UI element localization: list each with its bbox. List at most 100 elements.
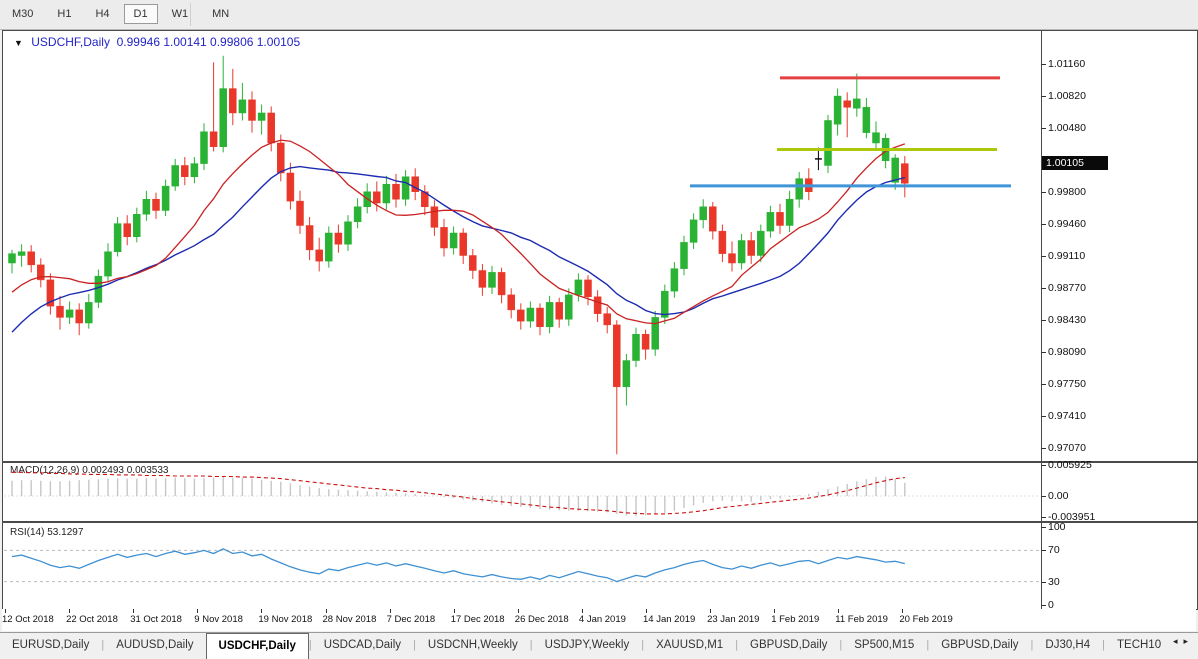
rsi-axis-label: 100 (1048, 521, 1066, 533)
chart-title: ▼ USDCHF,Daily 0.99946 1.00141 0.99806 1… (14, 35, 300, 49)
date-axis-label: 11 Feb 2019 (835, 614, 888, 625)
chart-tab-gbpusd-daily[interactable]: GBPUSD,Daily (929, 633, 1030, 658)
chart-tab-xauusd-m1[interactable]: XAUUSD,M1 (644, 633, 735, 658)
price-axis-tick (1041, 223, 1046, 225)
date-axis-label: 4 Jan 2019 (578, 614, 626, 625)
price-axis-label: 0.99110 (1048, 250, 1086, 263)
chart-tab-audusd-daily[interactable]: AUDUSD,Daily (104, 633, 205, 658)
price-axis-label: 1.00480 (1048, 121, 1086, 134)
current-price-box: 1.00105 (1042, 156, 1108, 171)
price-chart-panel[interactable] (2, 30, 1198, 462)
price-axis-tick (1041, 415, 1046, 417)
price-axis-label: 0.98770 (1048, 282, 1086, 295)
chart-tabs: EURUSD,Daily | AUDUSD,Daily USDCHF,Daily | US… (0, 633, 1173, 659)
date-axis-label: 23 Jan 2019 (707, 614, 760, 625)
rsi-panel[interactable] (2, 522, 1198, 610)
price-axis-tick (1041, 447, 1046, 449)
symbol-dropdown-icon[interactable]: ▼ (14, 38, 23, 48)
date-axis-label: 14 Jan 2019 (643, 614, 696, 625)
macd-axis-tick (1041, 516, 1046, 518)
date-axis-label: 1 Feb 2019 (771, 614, 820, 625)
rsi-axis-label: 0 (1048, 599, 1054, 611)
price-axis-tick (1041, 127, 1046, 129)
chart-tab-usdcad-daily[interactable]: USDCAD,Daily (312, 633, 413, 658)
date-axis-tick (517, 609, 519, 613)
chart-tab-usdchf-daily[interactable]: USDCHF,Daily (205, 633, 309, 659)
ohlc-values: 0.99946 1.00141 0.99806 1.00105 (116, 35, 301, 49)
date-axis-label: 19 Nov 2018 (258, 614, 313, 625)
macd-axis-tick (1041, 496, 1046, 497)
chart-tab-gbpusd-daily[interactable]: GBPUSD,Daily (738, 633, 839, 658)
macd-axis-label: 0.005925 (1048, 458, 1092, 471)
date-axis-label: 20 Feb 2019 (899, 614, 953, 625)
date-axis-tick (5, 609, 6, 613)
timeframe-buttons: M30 H1 H4 D1 W1 MN (0, 4, 241, 24)
date-axis-tick (710, 609, 712, 613)
chart-tab-usdjpy-weekly[interactable]: USDJPY,Weekly (533, 633, 642, 658)
date-axis-label: 17 Dec 2018 (450, 614, 505, 625)
price-axis-tick (1041, 96, 1046, 98)
price-axis-label: 0.97410 (1048, 409, 1086, 422)
price-axis-tick (1041, 256, 1046, 258)
date-axis-tick (261, 609, 263, 613)
price-axis-label: 0.97750 (1048, 377, 1086, 390)
price-axis-tick (1041, 320, 1046, 322)
date-axis-label: 9 Nov 2018 (194, 614, 243, 625)
price-axis-label: 1.01160 (1048, 58, 1086, 71)
date-axis-tick (581, 609, 583, 613)
chart-tab-bar: EURUSD,Daily | AUDUSD,Daily USDCHF,Daily | US… (0, 632, 1198, 659)
rsi-axis-label: 70 (1048, 544, 1060, 557)
chart-tab-dj30-h4[interactable]: DJ30,H4 (1033, 633, 1102, 658)
tab-scroll-left-icon[interactable]: ◂ (1173, 636, 1184, 646)
chart-tab-sp500-m15[interactable]: SP500,M15 (842, 633, 926, 658)
price-axis-label: 0.97070 (1048, 441, 1086, 454)
rsi-axis-tick (1041, 605, 1046, 606)
chart-tab-eurusd-daily[interactable]: EURUSD,Daily (0, 633, 101, 658)
chart-tab-tech10[interactable]: TECH10 (1105, 633, 1173, 658)
price-axis-tick (1041, 288, 1046, 290)
date-axis-label: 7 Dec 2018 (386, 614, 436, 625)
date-axis-tick (389, 609, 391, 613)
date-axis-tick (325, 609, 327, 613)
timeframe-button-w1[interactable]: W1 (162, 4, 199, 24)
price-axis-label: 0.99460 (1048, 217, 1086, 230)
rsi-axis-label: 30 (1048, 575, 1060, 588)
date-axis-tick (69, 609, 71, 613)
timeframe-button-h1[interactable]: H1 (47, 4, 81, 24)
timeframe-button-mn[interactable]: MN (202, 4, 239, 24)
rsi-axis-tick (1041, 581, 1046, 583)
trading-terminal: { "toolbar": { "timeframes": ["M30","H1"… (0, 0, 1198, 659)
symbol-label: USDCHF,Daily (31, 35, 110, 49)
price-axis-label: 0.98430 (1048, 314, 1086, 327)
rsi-axis-tick (1041, 527, 1046, 528)
macd-label: MACD(12,26,9) 0.002493 0.003533 (10, 465, 169, 476)
macd-panel[interactable] (2, 462, 1198, 522)
price-axis-tick (1041, 383, 1046, 385)
price-axis-label: 0.99800 (1048, 185, 1086, 198)
price-axis-tick (1041, 352, 1046, 354)
price-axis-label: 1.00820 (1048, 90, 1086, 103)
date-axis-tick (197, 609, 199, 613)
tab-scroll-right-icon[interactable]: ▸ (1183, 636, 1194, 646)
date-axis-tick (838, 609, 840, 613)
date-axis-tick (774, 609, 776, 613)
chart-tab-usdcnh-weekly[interactable]: USDCNH,Weekly (416, 633, 530, 658)
rsi-axis-tick (1041, 550, 1046, 552)
date-axis-label: 31 Oct 2018 (130, 614, 182, 625)
date-axis-tick (902, 609, 904, 613)
tab-scroll-buttons: ◂▸ (1173, 636, 1194, 647)
price-axis-tick (1041, 64, 1046, 66)
timeframe-button-d1[interactable]: D1 (123, 4, 158, 24)
price-axis-tick (1041, 191, 1046, 193)
timeframe-button-h4[interactable]: H4 (85, 4, 119, 24)
date-axis-label: 22 Oct 2018 (66, 614, 118, 625)
date-axis-label: 28 Nov 2018 (322, 614, 377, 625)
timeframe-button-m30[interactable]: M30 (2, 4, 43, 24)
rsi-label: RSI(14) 53.1297 (10, 527, 84, 538)
date-axis-tick (453, 609, 455, 613)
timeframe-toolbar: M30 H1 H4 D1 W1 MN (0, 0, 1198, 30)
toolbar-divider (190, 3, 191, 26)
date-axis-tick (133, 609, 135, 613)
price-axis-label: 0.98090 (1048, 346, 1086, 359)
macd-axis-label: 0.00 (1048, 490, 1069, 502)
